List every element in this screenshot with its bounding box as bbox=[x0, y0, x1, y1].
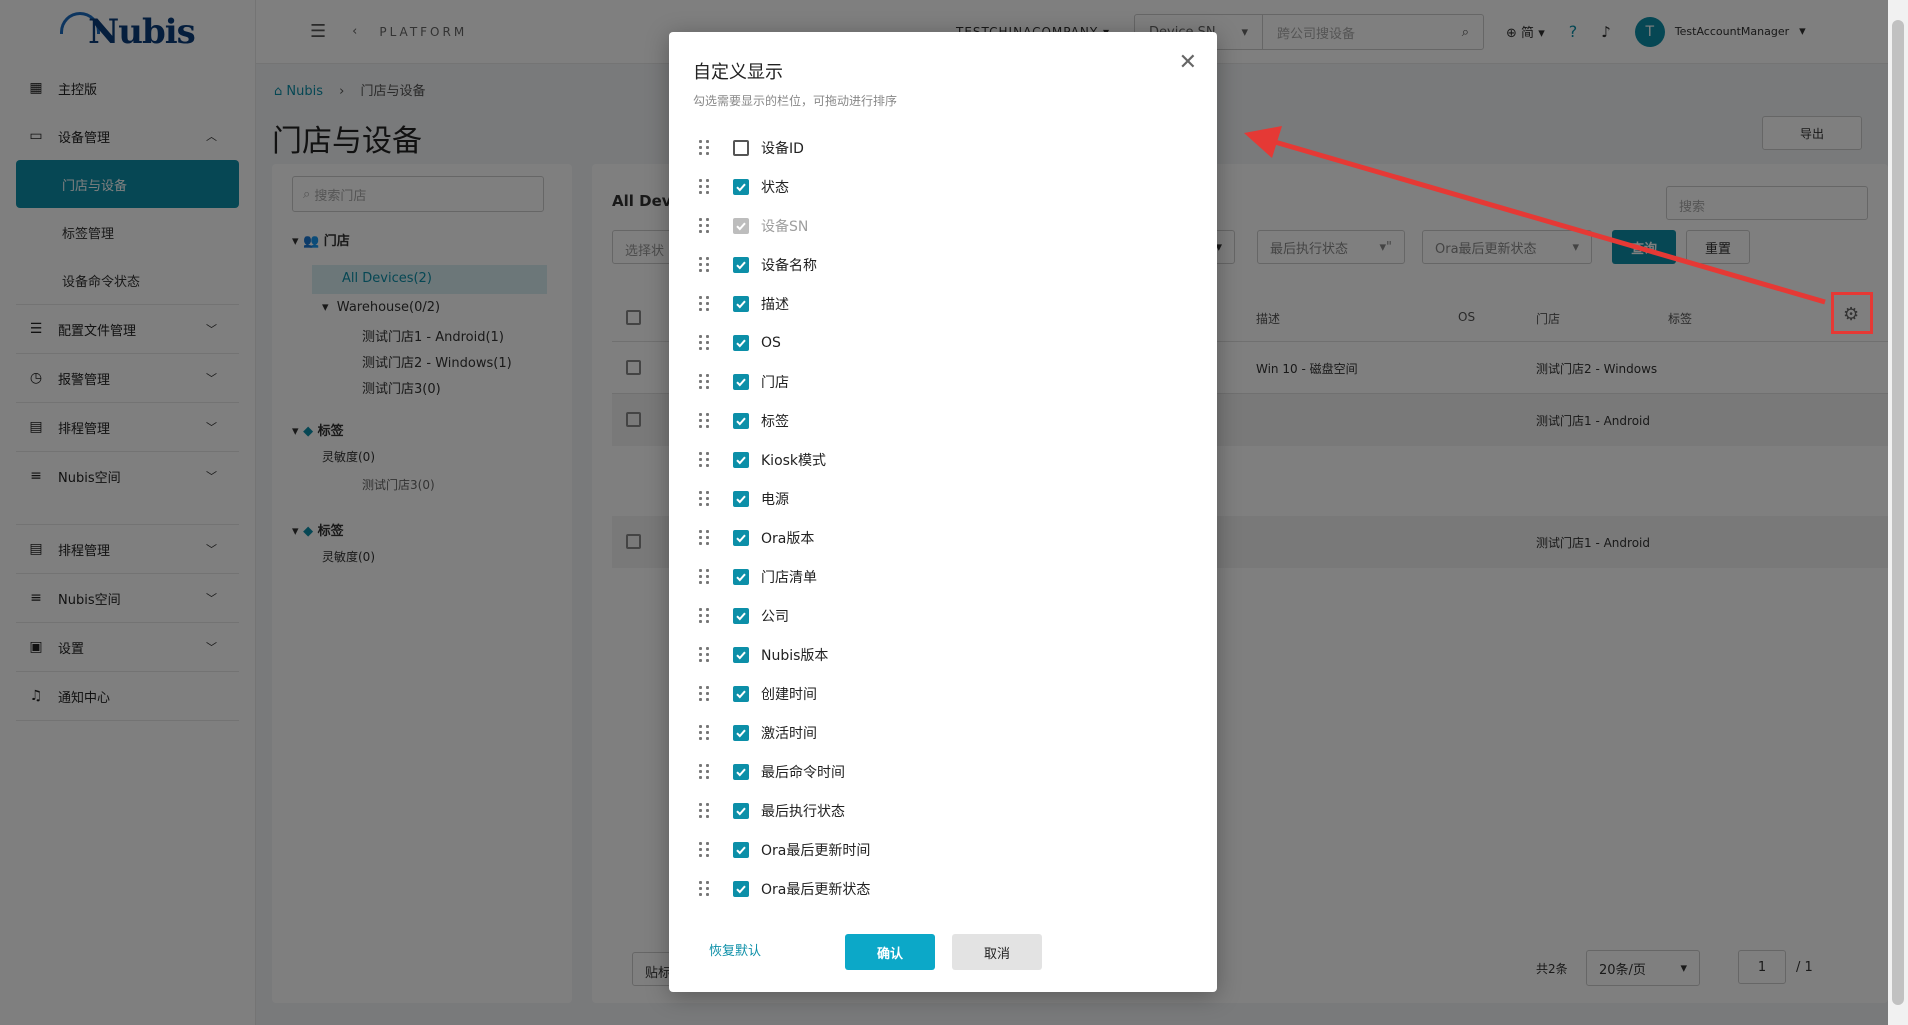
arrow-head bbox=[1244, 126, 1282, 158]
arrow-shaft bbox=[1267, 137, 1826, 305]
annotation-arrow bbox=[1244, 126, 1826, 305]
gear-icon[interactable]: ⚙ bbox=[1843, 304, 1859, 325]
